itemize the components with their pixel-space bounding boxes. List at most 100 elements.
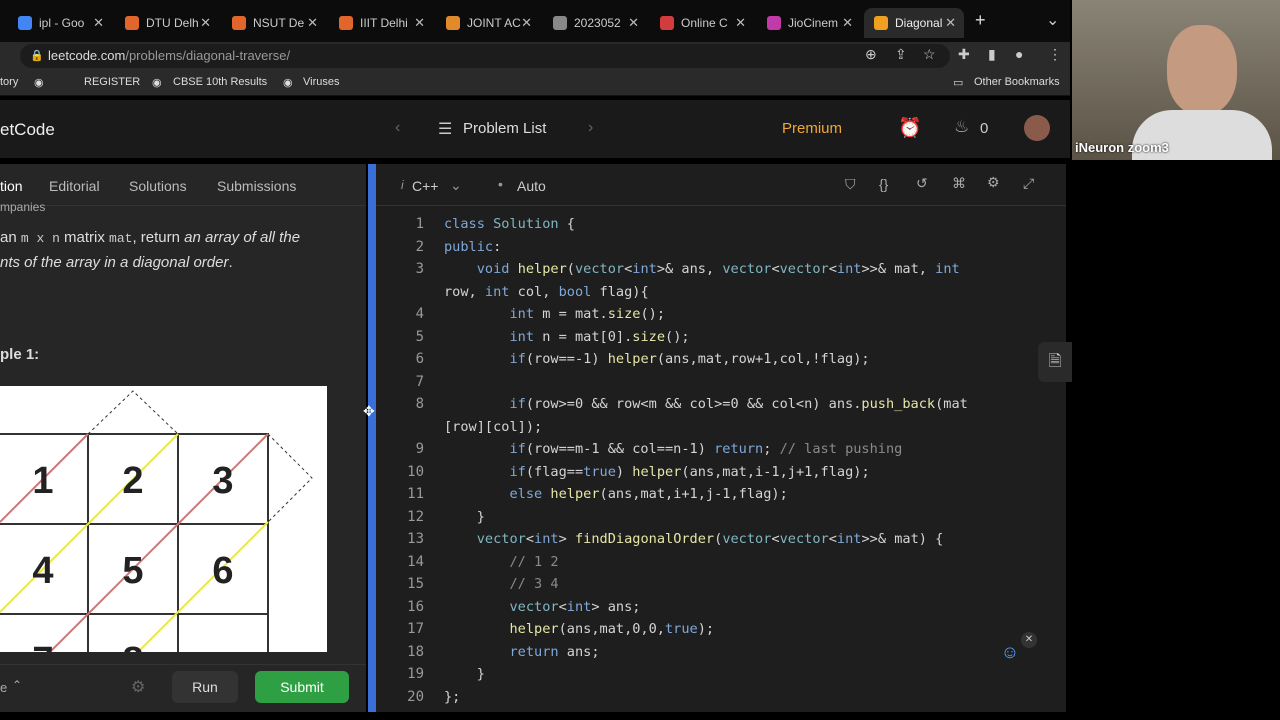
problem-list-link[interactable]: Problem List [463,120,546,137]
code-line: public: [444,238,502,255]
run-button[interactable]: Run [172,671,238,703]
close-tab-icon[interactable]: ✕ [307,15,318,31]
globe-icon: ◉ [283,77,293,89]
format-braces-icon[interactable]: {} [879,176,888,192]
line-number: 7 [415,373,424,390]
tab-solutions[interactable]: Solutions [129,178,187,194]
grid-cell-value: 3 [212,460,233,502]
tab-submissions[interactable]: Submissions [217,178,296,194]
browser-tab[interactable]: Online C ✕ [650,8,754,38]
url-path: /problems/diagonal-traverse/ [125,48,291,63]
shortcuts-icon[interactable]: ⌘ [952,175,966,192]
close-tab-icon[interactable]: ✕ [842,15,853,31]
close-tab-icon[interactable]: ✕ [93,15,104,31]
avatar[interactable] [1024,115,1050,141]
grid-cell-value: 2 [122,460,143,502]
line-number: 12 [407,508,424,525]
close-chat-icon[interactable]: ✕ [1021,632,1037,648]
new-tab-button[interactable]: + [975,10,986,31]
favicon-icon [339,16,353,30]
menu-icon[interactable]: ⋮ [1048,46,1062,63]
browser-tab[interactable]: JOINT AC ✕ [436,8,540,38]
line-number: 13 [407,531,424,547]
favicon-icon [767,16,781,30]
next-problem-icon[interactable]: › [588,119,593,137]
tab-editorial[interactable]: Editorial [49,178,100,194]
url-host: leetcode.com [48,48,126,63]
console-toggle[interactable]: e [0,680,7,695]
chevron-up-icon[interactable]: ⌃ [12,678,22,692]
browser-tab[interactable]: NSUT De ✕ [222,8,326,38]
tab-title: 2023052 [574,16,621,30]
bookmark-register[interactable]: REGISTER [84,76,140,88]
sidebar-icon[interactable]: ▮ [988,46,996,63]
other-bookmarks[interactable]: Other Bookmarks [974,76,1060,88]
fullscreen-icon[interactable]: ⤢ [1023,175,1034,192]
notes-icon[interactable]: 🗎 [1038,342,1072,382]
language-select[interactable]: C++ [412,178,438,194]
code-line: class Solution { [444,216,575,232]
favicon-icon [874,16,888,30]
close-tab-icon[interactable]: ✕ [200,15,211,31]
tab-description[interactable]: tion [0,178,23,194]
list-icon: ☰ [438,121,453,138]
chat-icon[interactable]: ☺ [998,640,1022,664]
tab-title: JioCinem [788,16,839,30]
lock-icon: 🔒 [30,50,44,62]
url-input[interactable]: 🔒 leetcode.com/problems/diagonal-traverse… [20,44,950,68]
streak-flame-icon[interactable]: ♨ [954,117,969,137]
extensions-icon[interactable]: ✚ [958,46,970,63]
companies-tag[interactable]: mpanies [0,200,45,214]
code-line: return ans; [509,643,600,660]
bookmark-icon[interactable]: ⛉ [845,176,856,193]
panel-resize-handle[interactable] [368,164,376,712]
debug-icon[interactable]: ⚙ [131,677,145,697]
browser-tab[interactable]: Diagonal ✕ [864,8,964,38]
code-line: row, int col, bool flag){ [444,283,649,300]
tab-search-icon[interactable]: ⌄ [1046,10,1059,30]
close-tab-icon[interactable]: ✕ [414,15,425,31]
browser-tab[interactable]: IIIT Delhi ✕ [329,8,433,38]
tab-title: ipl - Goo [39,16,85,30]
bookmark-cbse[interactable]: CBSE 10th Results [173,76,267,88]
prev-problem-icon[interactable]: ‹ [395,119,400,137]
settings-gear-icon[interactable]: ⚙ [987,174,1000,191]
folder-icon: ▭ [953,77,964,89]
browser-tab[interactable]: ipl - Goo ✕ [8,8,112,38]
streak-count: 0 [980,120,989,137]
browser-tab[interactable]: DTU Delh ✕ [115,8,219,38]
grid-cell-value: 7 [32,640,53,652]
reset-icon[interactable]: ↺ [916,175,928,192]
leetcode-logo[interactable]: etCode [0,120,55,140]
problem-panel: tion Editorial Solutions Submissions mpa… [0,164,366,712]
bookmark-viruses[interactable]: Viruses [303,76,339,88]
code-line: // 3 4 [509,576,559,592]
premium-link[interactable]: Premium [782,120,842,137]
bookmark-star-icon[interactable]: ☆ [923,46,936,63]
line-number: 4 [415,306,424,322]
browser-tab-bar: ipl - Goo ✕ DTU Delh ✕ NSUT De ✕ IIIT Delhi ✕ JO… [0,0,1070,42]
favicon-icon [232,16,246,30]
grid-cell-value: 1 [32,460,53,502]
browser-tab[interactable]: 2023052 ✕ [543,8,647,38]
close-tab-icon[interactable]: ✕ [945,15,956,31]
tab-title: NSUT De [253,16,305,30]
share-icon[interactable]: ⇪ [895,46,907,63]
code-line: if(row==-1) helper(ans,mat,row+1,col,!fl… [509,351,870,367]
tab-title: Online C [681,16,728,30]
dot-icon: • [498,176,503,192]
close-tab-icon[interactable]: ✕ [735,15,746,31]
globe-icon: ◉ [34,77,44,89]
favicon-icon [660,16,674,30]
close-tab-icon[interactable]: ✕ [521,15,532,31]
profile-icon[interactable]: ● [1015,46,1023,62]
zoom-icon[interactable]: ⊕ [865,46,877,63]
autocomplete-mode[interactable]: Auto [517,178,546,194]
bookmark-history[interactable]: tory [0,76,18,88]
timer-icon[interactable]: ⏰ [898,116,922,140]
chevron-down-icon[interactable]: ⌄ [450,177,462,194]
close-tab-icon[interactable]: ✕ [628,15,639,31]
browser-tab[interactable]: JioCinem ✕ [757,8,861,38]
globe-icon: ◉ [152,77,162,89]
submit-button[interactable]: Submit [255,671,349,703]
